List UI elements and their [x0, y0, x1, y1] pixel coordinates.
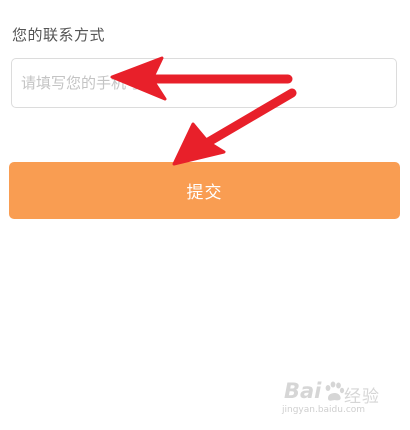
paw-icon	[325, 381, 345, 401]
baidu-jingyan-watermark: Bai 经验 jingyan.baidu.com	[280, 377, 380, 417]
watermark-brand: Bai	[284, 379, 322, 403]
watermark-suffix: 经验	[344, 387, 380, 407]
feedback-page: 您的联系方式 提交 Bai 经验 jingyan.baidu.com	[0, 0, 410, 430]
watermark-url: jingyan.baidu.com	[282, 405, 366, 415]
submit-button[interactable]: 提交	[9, 162, 400, 219]
contact-section-label: 您的联系方式	[12, 26, 106, 44]
contact-input[interactable]	[11, 58, 397, 108]
